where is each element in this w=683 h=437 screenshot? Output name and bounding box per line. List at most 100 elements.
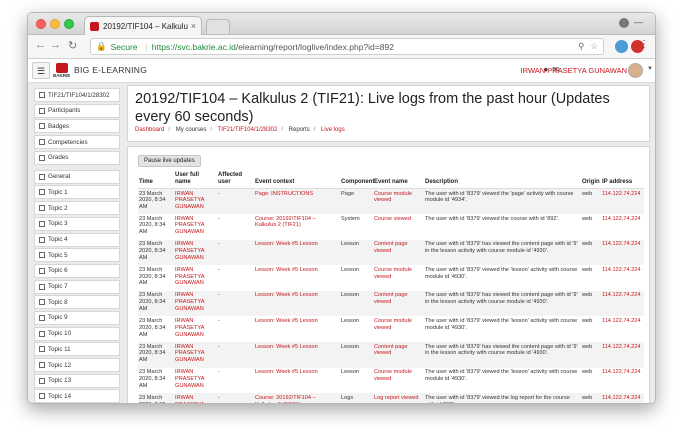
ip-address-link[interactable]: 114.122.74.224 xyxy=(601,393,644,403)
user-name-link[interactable]: IRWAN PRASETYA GUNAWAN xyxy=(174,239,217,266)
sidebar-item-topic-5[interactable]: Topic 5 xyxy=(34,248,120,263)
column-header[interactable]: Time xyxy=(138,170,174,189)
user-name-link[interactable]: IRWAN PRASETYA xyxy=(174,393,217,403)
event-context-link[interactable]: Lesson: Week #5 Lesson xyxy=(254,316,340,342)
address-bar[interactable]: 🔒 Secure | https://svc.bakrie.ac.id/elea… xyxy=(90,38,604,55)
user-menu-name[interactable]: IRWAN PRASETYA GUNAWAN xyxy=(521,66,627,75)
breadcrumb-live-logs[interactable]: Live logs xyxy=(321,127,345,133)
ip-address-link[interactable]: 114.122.74.224 xyxy=(601,265,644,291)
event-context-link[interactable]: Lesson: Week #5 Lesson xyxy=(254,342,340,368)
column-header[interactable]: Origin xyxy=(581,170,601,189)
column-header[interactable]: IP address xyxy=(601,170,644,189)
zoom-search-icon[interactable]: ⚲ xyxy=(578,41,584,52)
description-cell: The user with id '8379' viewed the 'less… xyxy=(425,266,578,280)
profile-icon[interactable] xyxy=(619,18,629,28)
ip-address-link[interactable]: 114.122.74.224 xyxy=(601,342,644,368)
user-name-link[interactable]: IRWAN PRASETYA GUNAWAN xyxy=(174,290,217,317)
sidebar-item-topic-6[interactable]: Topic 6 xyxy=(34,263,120,278)
event-name-link[interactable]: Course module viewed xyxy=(373,265,424,291)
tab-close-icon[interactable]: × xyxy=(191,21,196,31)
sidebar-item-topic-13[interactable]: Topic 13 xyxy=(34,373,120,388)
sidebar-item-badges[interactable]: Badges xyxy=(34,119,120,134)
sidebar-item-topic-10[interactable]: Topic 10 xyxy=(34,326,120,341)
sidebar-item-participants[interactable]: Participants xyxy=(34,103,120,118)
breadcrumb-course[interactable]: TIF21/TIF104/1/28302 xyxy=(218,127,278,133)
chevron-down-icon[interactable]: ▼ xyxy=(647,66,653,72)
user-name-link[interactable]: IRWAN PRASETYA GUNAWAN xyxy=(174,214,217,240)
event-name-link[interactable]: Course module viewed xyxy=(373,368,424,394)
new-tab-button[interactable] xyxy=(206,19,230,34)
drawer-toggle-button[interactable]: ☰ xyxy=(32,62,50,79)
event-context-link[interactable]: Course: 20192/TIF104 – Kalkulus 2 (TIF21… xyxy=(254,393,340,403)
event-context-link[interactable]: Lesson: Week #5 Lesson xyxy=(254,239,340,266)
sidebar-item-course[interactable]: TIF21/TIF104/1/28302 xyxy=(34,88,120,102)
sidebar-item-topic-3[interactable]: Topic 3 xyxy=(34,216,120,231)
sidebar-item-competencies[interactable]: Competencies xyxy=(34,135,120,150)
user-name-link[interactable]: IRWAN PRASETYA GUNAWAN xyxy=(174,188,217,215)
column-header[interactable]: Event context xyxy=(254,170,340,189)
minimize-window-button[interactable] xyxy=(50,19,60,29)
pause-live-updates-button[interactable]: Pause live updates xyxy=(138,155,201,167)
sidebar-item-topic-12[interactable]: Topic 12 xyxy=(34,358,120,372)
sidebar-item-general[interactable]: General xyxy=(34,169,120,184)
event-name-link[interactable]: Course module viewed xyxy=(373,188,424,215)
browser-menu-icon[interactable]: ⋮ xyxy=(639,39,649,50)
event-name-link[interactable]: Course module viewed xyxy=(373,316,424,342)
site-logo[interactable]: BAKRIE xyxy=(53,63,70,79)
event-name-link[interactable]: Course viewed xyxy=(373,214,424,240)
affected-user-cell: - xyxy=(218,317,220,324)
close-window-button[interactable] xyxy=(36,19,46,29)
user-name-link[interactable]: IRWAN PRASETYA GUNAWAN xyxy=(174,342,217,368)
ip-address-link[interactable]: 114.122.74.224 xyxy=(601,368,644,394)
ip-address-link[interactable]: 114.122.74.224 xyxy=(601,188,644,215)
folder-icon xyxy=(39,220,45,227)
reload-icon[interactable]: ↻ xyxy=(68,39,77,52)
column-header[interactable]: Description xyxy=(424,170,581,189)
sidebar-item-topic-1[interactable]: Topic 1 xyxy=(34,185,120,200)
event-name-link[interactable]: Content page viewed xyxy=(373,290,424,317)
user-name-link[interactable]: IRWAN PRASETYA GUNAWAN xyxy=(174,316,217,342)
column-header[interactable]: Event name xyxy=(373,170,424,189)
maximize-window-button[interactable] xyxy=(64,19,74,29)
event-context-link[interactable]: Lesson: Week #5 Lesson xyxy=(254,368,340,394)
lock-icon: 🔒 xyxy=(96,41,107,51)
forward-arrow-icon[interactable]: → xyxy=(50,39,61,51)
window-minimize-icon[interactable]: — xyxy=(634,17,643,27)
folder-icon xyxy=(39,393,45,400)
event-context-link[interactable]: Page: INSTRUCTIONS xyxy=(254,188,340,215)
site-name[interactable]: BIG E-LEARNING xyxy=(74,65,147,75)
event-context-link[interactable]: Lesson: Week #5 Lesson xyxy=(254,290,340,317)
sidebar-item-topic-8[interactable]: Topic 8 xyxy=(34,295,120,310)
column-header[interactable]: User full name xyxy=(174,170,217,189)
ip-address-link[interactable]: 114.122.74.224 xyxy=(601,239,644,266)
live-logs-panel: Pause live updates Time User full name A… xyxy=(127,146,650,403)
event-context-link[interactable]: Lesson: Week #5 Lesson xyxy=(254,265,340,291)
back-arrow-icon[interactable]: ← xyxy=(35,39,46,51)
sidebar-item-topic-7[interactable]: Topic 7 xyxy=(34,279,120,294)
sidebar-item-grades[interactable]: Grades xyxy=(34,150,120,165)
sidebar-item-topic-4[interactable]: Topic 4 xyxy=(34,232,120,247)
ip-address-link[interactable]: 114.122.74.224 xyxy=(601,290,644,317)
time-cell: 23 March 2020, 8:34 AM xyxy=(139,369,166,389)
sidebar-item-topic-14[interactable]: Topic 14 xyxy=(34,389,120,403)
ip-address-link[interactable]: 114.122.74.224 xyxy=(601,214,644,240)
event-name-link[interactable]: Content page viewed xyxy=(373,342,424,368)
browser-tab[interactable]: 20192/TIF104 – Kalkulus 2 ( × xyxy=(84,16,202,35)
sidebar-item-label: General xyxy=(48,173,71,181)
sidebar-item-topic-9[interactable]: Topic 9 xyxy=(34,310,120,325)
sidebar-item-topic-2[interactable]: Topic 2 xyxy=(34,201,120,216)
avatar[interactable] xyxy=(628,63,643,78)
event-name-link[interactable]: Content page viewed xyxy=(373,239,424,266)
event-name-link[interactable]: Log report viewed xyxy=(373,393,424,403)
event-context-link[interactable]: Course: 20192/TIF104 – Kalkulus 2 (TIF21… xyxy=(254,214,340,240)
sidebar-item-label: Topic 12 xyxy=(48,361,72,369)
user-name-link[interactable]: IRWAN PRASETYA GUNAWAN xyxy=(174,265,217,291)
column-header[interactable]: Affected user xyxy=(217,170,254,189)
sidebar-item-topic-11[interactable]: Topic 11 xyxy=(34,342,120,357)
column-header[interactable]: Component xyxy=(340,170,374,189)
bookmark-star-icon[interactable]: ☆ xyxy=(590,41,598,52)
extension-icon[interactable] xyxy=(615,40,628,53)
breadcrumb-dashboard[interactable]: Dashboard xyxy=(135,127,164,133)
user-name-link[interactable]: IRWAN PRASETYA GUNAWAN xyxy=(174,368,217,394)
ip-address-link[interactable]: 114.122.74.224 xyxy=(601,316,644,342)
